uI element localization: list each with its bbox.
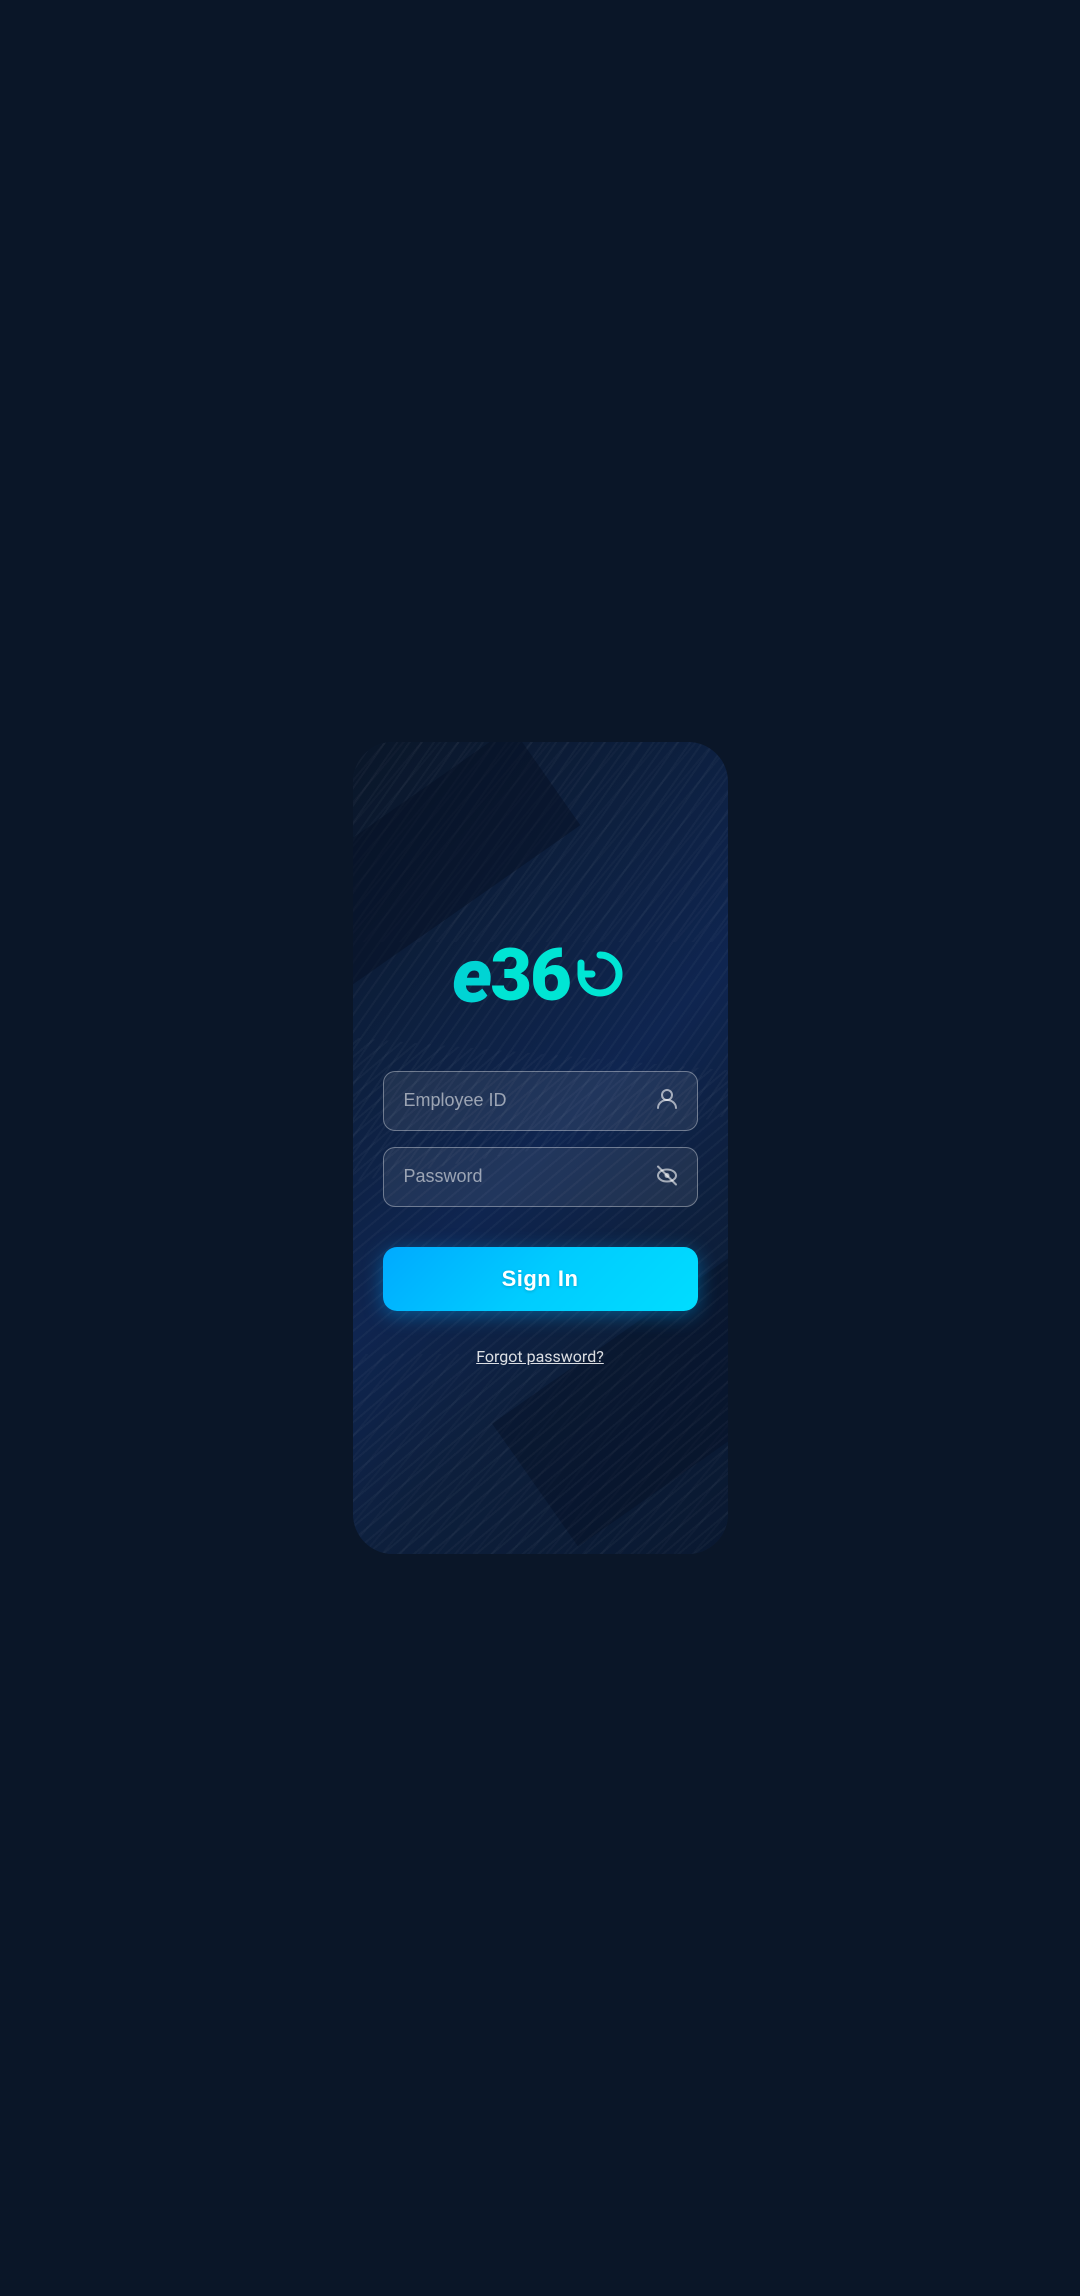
password-input[interactable] xyxy=(383,1147,698,1207)
employee-id-wrapper xyxy=(383,1071,698,1131)
main-content: e 36 xyxy=(353,931,728,1366)
toggle-password-button[interactable] xyxy=(654,1162,680,1191)
forgot-password-link[interactable]: Forgot password? xyxy=(476,1347,604,1366)
bg-stripe-bottom xyxy=(353,1354,728,1554)
login-form: Sign In Forgot password? xyxy=(383,1071,698,1366)
logo-cycle-icon xyxy=(572,947,628,1007)
logo-360: 36 xyxy=(490,933,627,1018)
login-screen: e 36 xyxy=(353,742,728,1554)
logo-container: e 36 xyxy=(452,931,628,1021)
password-wrapper xyxy=(383,1147,698,1207)
app-logo: e 36 xyxy=(452,931,628,1021)
signin-button[interactable]: Sign In xyxy=(383,1247,698,1311)
logo-e: e xyxy=(452,931,490,1021)
eye-off-icon xyxy=(654,1162,680,1188)
employee-id-input[interactable] xyxy=(383,1071,698,1131)
